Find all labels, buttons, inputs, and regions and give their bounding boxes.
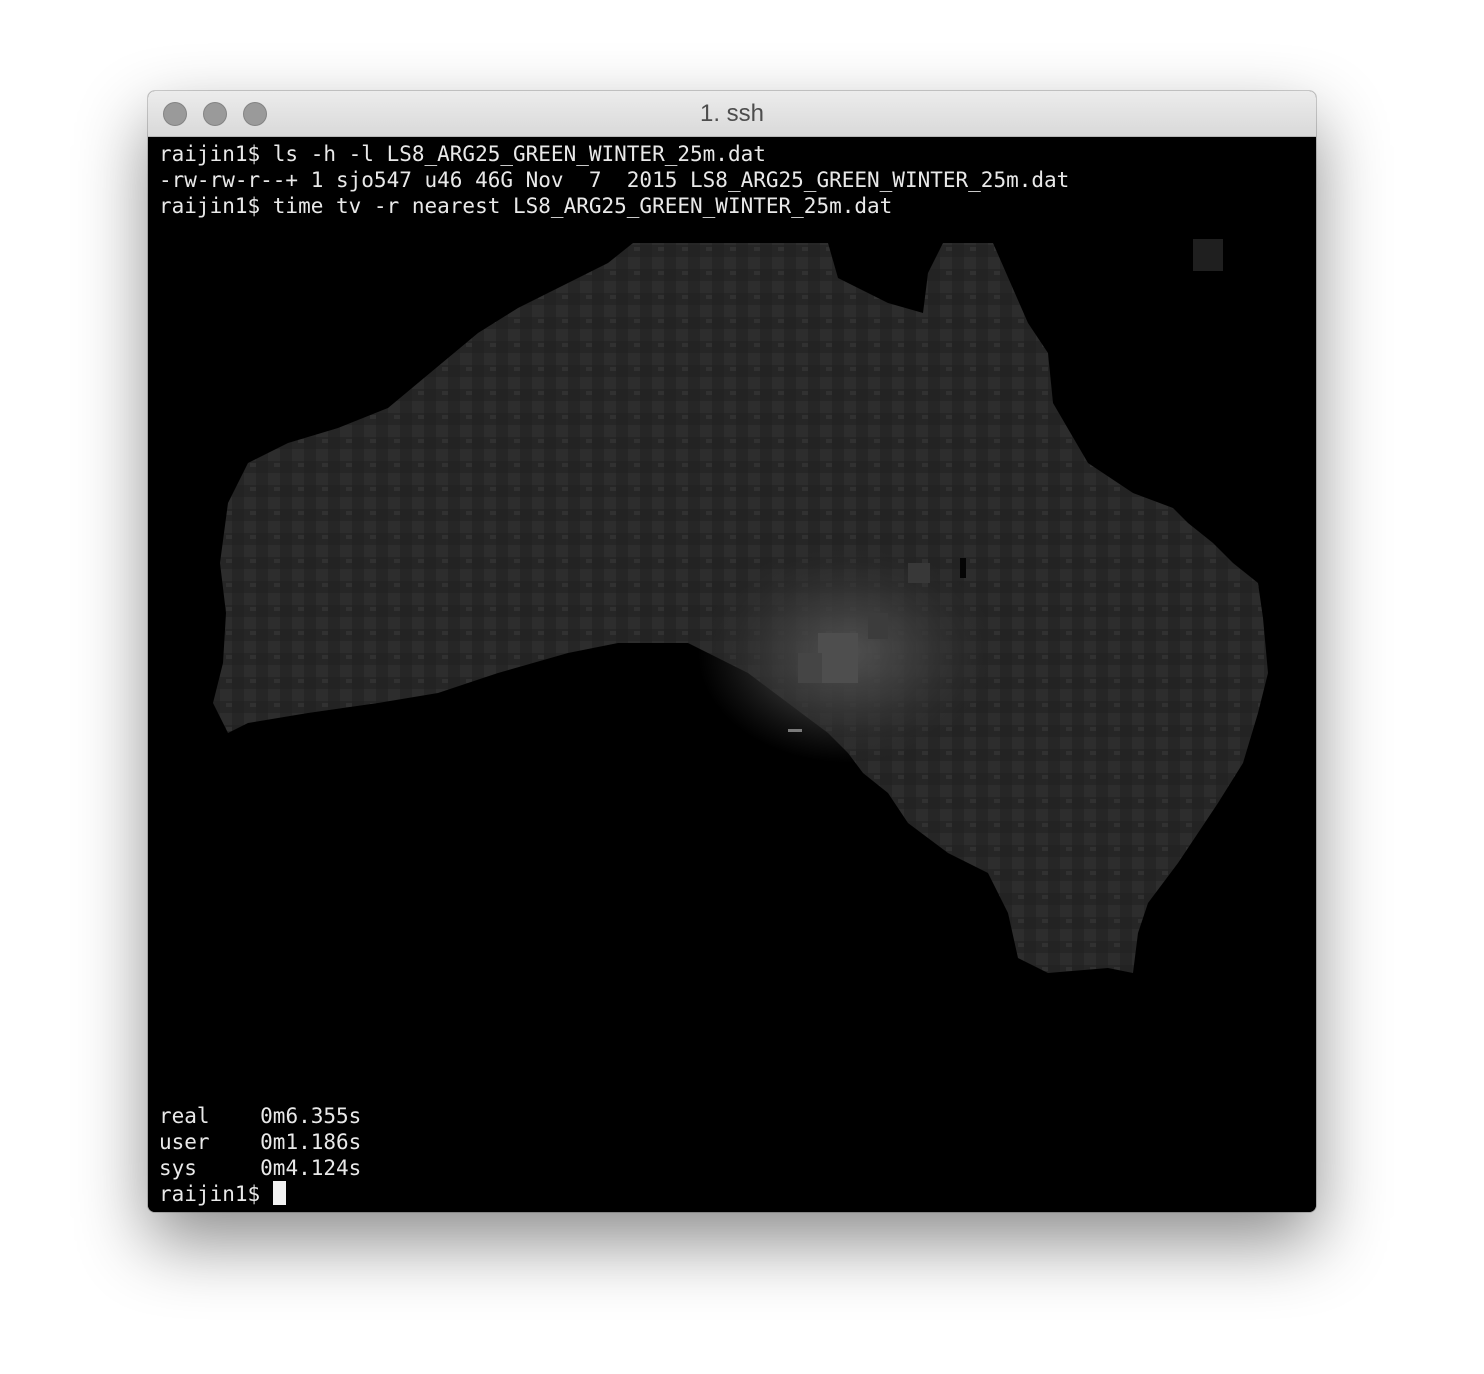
- command-line-ls: raijin1$ ls -h -l LS8_ARG25_GREEN_WINTER…: [159, 142, 766, 166]
- time-user: user 0m1.186s: [159, 1130, 362, 1154]
- small-island: [1193, 239, 1223, 271]
- light-speck: [788, 729, 802, 732]
- bright-tile: [908, 563, 930, 583]
- command-line-tv: raijin1$ time tv -r nearest LS8_ARG25_GR…: [159, 194, 893, 218]
- dark-marker: [960, 558, 966, 578]
- ls-output-line: -rw-rw-r--+ 1 sjo547 u46 46G Nov 7 2015 …: [159, 168, 1070, 192]
- shell-prompt: raijin1$: [159, 1182, 273, 1206]
- window-title: 1. ssh: [699, 100, 765, 127]
- australia-raster-image: [213, 239, 1268, 973]
- time-real: real 0m6.355s: [159, 1104, 362, 1128]
- bright-tile: [818, 633, 858, 683]
- terminal-content[interactable]: raijin1$ ls -h -l LS8_ARG25_GREEN_WINTER…: [148, 137, 1316, 1212]
- title-bar[interactable]: 1. ssh: [148, 91, 1316, 137]
- shell-prompt-line[interactable]: raijin1$: [159, 1181, 286, 1207]
- bright-tile: [798, 653, 822, 683]
- terminal-window: 1. ssh raijin1$ ls -h -l LS8_ARG25_GREEN…: [148, 91, 1316, 1212]
- time-sys: sys 0m4.124s: [159, 1156, 362, 1180]
- bright-tile: [868, 613, 888, 639]
- text-cursor: [272, 1181, 286, 1205]
